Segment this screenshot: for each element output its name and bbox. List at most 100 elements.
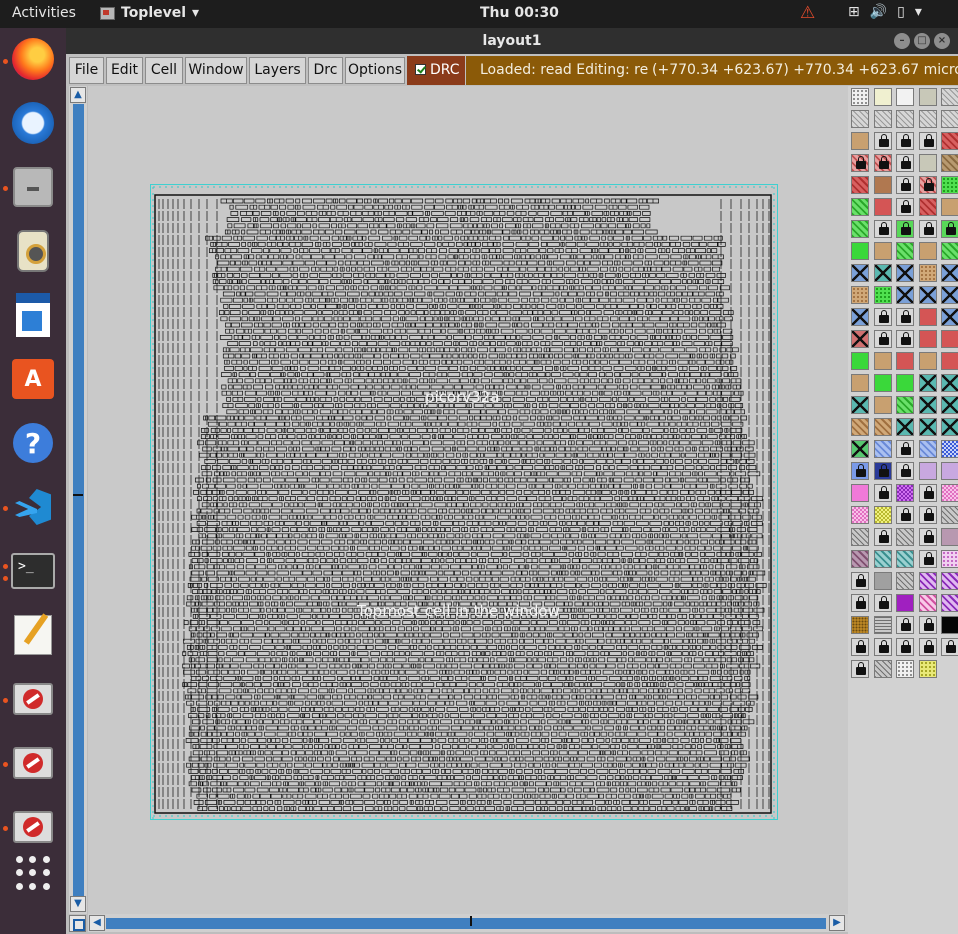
layer-swatch[interactable] bbox=[918, 550, 937, 568]
layer-swatch[interactable] bbox=[941, 550, 958, 568]
layer-swatch[interactable] bbox=[918, 418, 937, 436]
layer-swatch[interactable] bbox=[896, 440, 914, 458]
show-applications-icon[interactable] bbox=[16, 856, 50, 890]
layer-swatch[interactable] bbox=[851, 594, 869, 612]
layer-swatch[interactable] bbox=[896, 286, 914, 304]
layer-swatch[interactable] bbox=[918, 660, 937, 678]
layer-swatch[interactable] bbox=[941, 198, 958, 216]
layer-swatch[interactable] bbox=[851, 264, 869, 282]
layer-swatch[interactable] bbox=[873, 484, 892, 502]
layer-swatch[interactable] bbox=[896, 374, 914, 392]
clock[interactable]: Thu 00:30 bbox=[480, 5, 559, 21]
layer-swatch[interactable] bbox=[896, 220, 914, 238]
menu-layers[interactable]: Layers bbox=[249, 57, 306, 84]
dock-item-firefox[interactable] bbox=[8, 34, 58, 84]
layer-swatch[interactable] bbox=[851, 330, 869, 348]
cell-boundary[interactable]: picorv32a Topmost cell in the window bbox=[150, 184, 778, 820]
layer-swatch[interactable] bbox=[918, 528, 937, 546]
layer-swatch[interactable] bbox=[941, 242, 958, 260]
layer-swatch[interactable] bbox=[873, 374, 892, 392]
dock-item-blocked-3[interactable] bbox=[8, 802, 58, 852]
layer-swatch[interactable] bbox=[918, 440, 937, 458]
layer-swatch[interactable] bbox=[896, 176, 914, 194]
layer-swatch[interactable] bbox=[851, 528, 869, 546]
dock-item-blocked-2[interactable] bbox=[8, 738, 58, 788]
layer-swatch[interactable] bbox=[941, 154, 958, 172]
menu-cell[interactable]: Cell bbox=[145, 57, 183, 84]
layer-swatch[interactable] bbox=[851, 308, 869, 326]
dock-item-writer[interactable] bbox=[8, 290, 58, 340]
vertical-scroll-thumb[interactable] bbox=[73, 104, 84, 900]
layer-swatch[interactable] bbox=[873, 396, 892, 414]
layer-swatch[interactable] bbox=[941, 132, 958, 150]
dock-item-help[interactable]: ? bbox=[8, 418, 58, 468]
layer-swatch[interactable] bbox=[918, 198, 937, 216]
layer-swatch[interactable] bbox=[918, 286, 937, 304]
layer-swatch[interactable] bbox=[941, 264, 958, 282]
layer-swatch[interactable] bbox=[873, 462, 892, 480]
scroll-down-icon[interactable]: ▼ bbox=[70, 896, 86, 912]
dock-item-text-editor[interactable] bbox=[8, 610, 58, 660]
layer-swatch[interactable] bbox=[941, 616, 958, 634]
layer-swatch[interactable] bbox=[918, 330, 937, 348]
layer-swatch[interactable] bbox=[851, 572, 869, 590]
layer-swatch[interactable] bbox=[896, 616, 914, 634]
layer-swatch[interactable] bbox=[873, 506, 892, 524]
layer-swatch[interactable] bbox=[873, 572, 892, 590]
layer-swatch[interactable] bbox=[896, 132, 914, 150]
menu-drc[interactable]: Drc bbox=[308, 57, 343, 84]
layer-swatch[interactable] bbox=[873, 242, 892, 260]
window-titlebar[interactable]: layout1 – □ × bbox=[66, 28, 958, 54]
layer-swatch[interactable] bbox=[918, 220, 937, 238]
layer-swatch[interactable] bbox=[941, 396, 958, 414]
layer-swatch[interactable] bbox=[851, 396, 869, 414]
layer-swatch[interactable] bbox=[873, 176, 892, 194]
layer-swatch[interactable] bbox=[896, 660, 914, 678]
layer-swatch[interactable] bbox=[918, 572, 937, 590]
drc-toggle[interactable]: DRC bbox=[407, 56, 465, 85]
layer-swatch[interactable] bbox=[873, 418, 892, 436]
layer-swatch[interactable] bbox=[873, 616, 892, 634]
layer-swatch[interactable] bbox=[873, 154, 892, 172]
layer-swatch[interactable] bbox=[918, 594, 937, 612]
menu-file[interactable]: File bbox=[69, 57, 104, 84]
layer-swatch[interactable] bbox=[896, 638, 914, 656]
layer-swatch[interactable] bbox=[873, 220, 892, 238]
layer-swatch[interactable] bbox=[896, 198, 914, 216]
layer-swatch[interactable] bbox=[941, 594, 958, 612]
layer-swatch[interactable] bbox=[873, 264, 892, 282]
close-icon[interactable]: × bbox=[934, 33, 950, 49]
layer-swatch[interactable] bbox=[896, 352, 914, 370]
dock-item-software[interactable]: A bbox=[8, 354, 58, 404]
layer-swatch[interactable] bbox=[851, 418, 869, 436]
scroll-right-icon[interactable]: ▶ bbox=[829, 915, 845, 931]
layer-swatch[interactable] bbox=[873, 198, 892, 216]
layer-swatch[interactable] bbox=[851, 198, 869, 216]
layer-swatch[interactable] bbox=[918, 616, 937, 634]
layer-swatch[interactable] bbox=[896, 572, 914, 590]
layer-swatch[interactable] bbox=[918, 638, 937, 656]
dock-item-terminal[interactable]: >_ bbox=[8, 546, 58, 596]
layer-swatch[interactable] bbox=[873, 286, 892, 304]
layer-swatch[interactable] bbox=[941, 484, 958, 502]
layer-swatch[interactable] bbox=[918, 396, 937, 414]
layer-swatch[interactable] bbox=[918, 154, 937, 172]
layer-swatch[interactable] bbox=[918, 506, 937, 524]
layer-swatch[interactable] bbox=[896, 484, 914, 502]
layer-swatch[interactable] bbox=[918, 484, 937, 502]
layer-swatch[interactable] bbox=[918, 374, 937, 392]
layer-swatch[interactable] bbox=[918, 176, 937, 194]
layer-swatch[interactable] bbox=[941, 88, 958, 106]
layer-swatch[interactable] bbox=[851, 616, 869, 634]
layer-swatch[interactable] bbox=[873, 550, 892, 568]
layer-swatch[interactable] bbox=[896, 308, 914, 326]
layer-swatch[interactable] bbox=[851, 132, 869, 150]
layer-swatch[interactable] bbox=[941, 462, 958, 480]
layer-swatch[interactable] bbox=[851, 462, 869, 480]
layer-swatch[interactable] bbox=[896, 264, 914, 282]
layer-swatch[interactable] bbox=[941, 220, 958, 238]
layer-swatch[interactable] bbox=[873, 330, 892, 348]
menu-edit[interactable]: Edit bbox=[106, 57, 143, 84]
layer-swatch[interactable] bbox=[873, 528, 892, 546]
layer-swatch[interactable] bbox=[851, 374, 869, 392]
